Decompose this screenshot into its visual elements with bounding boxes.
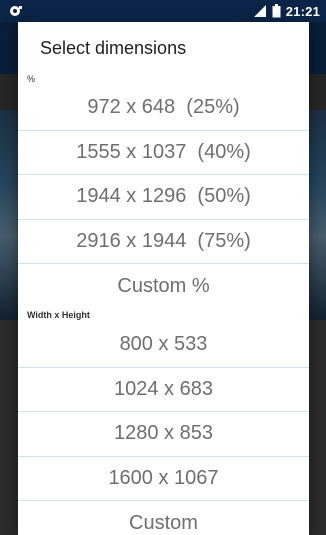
select-dimensions-dialog: Select dimensions % 972 x 648 (25%) 1555…	[18, 22, 309, 535]
option-1280x853[interactable]: 1280 x 853	[18, 412, 309, 457]
dialog-title: Select dimensions	[40, 38, 187, 58]
option-75-percent[interactable]: 2916 x 1944 (75%)	[18, 220, 309, 265]
status-icons: 21:21	[253, 0, 320, 22]
option-1600x1067[interactable]: 1600 x 1067	[18, 457, 309, 502]
percent-options-list: 972 x 648 (25%) 1555 x 1037 (40%) 1944 x…	[18, 86, 309, 309]
signal-icon	[253, 5, 266, 17]
option-40-percent[interactable]: 1555 x 1037 (40%)	[18, 131, 309, 176]
option-50-percent[interactable]: 1944 x 1296 (50%)	[18, 175, 309, 220]
battery-icon	[272, 4, 281, 18]
width-height-options-list: 800 x 533 1024 x 683 1280 x 853 1600 x 1…	[18, 323, 309, 535]
option-800x533[interactable]: 800 x 533	[18, 323, 309, 368]
status-bar: 21:21	[0, 0, 326, 22]
width-height-section-label: Width x Height	[27, 310, 90, 320]
option-25-percent[interactable]: 972 x 648 (25%)	[18, 86, 309, 131]
status-time: 21:21	[285, 3, 320, 19]
percent-section-label: %	[27, 74, 36, 84]
notification-app-icon	[10, 6, 22, 16]
option-1024x683[interactable]: 1024 x 683	[18, 368, 309, 413]
option-custom-size[interactable]: Custom	[18, 501, 309, 535]
option-custom-percent[interactable]: Custom %	[18, 264, 309, 309]
